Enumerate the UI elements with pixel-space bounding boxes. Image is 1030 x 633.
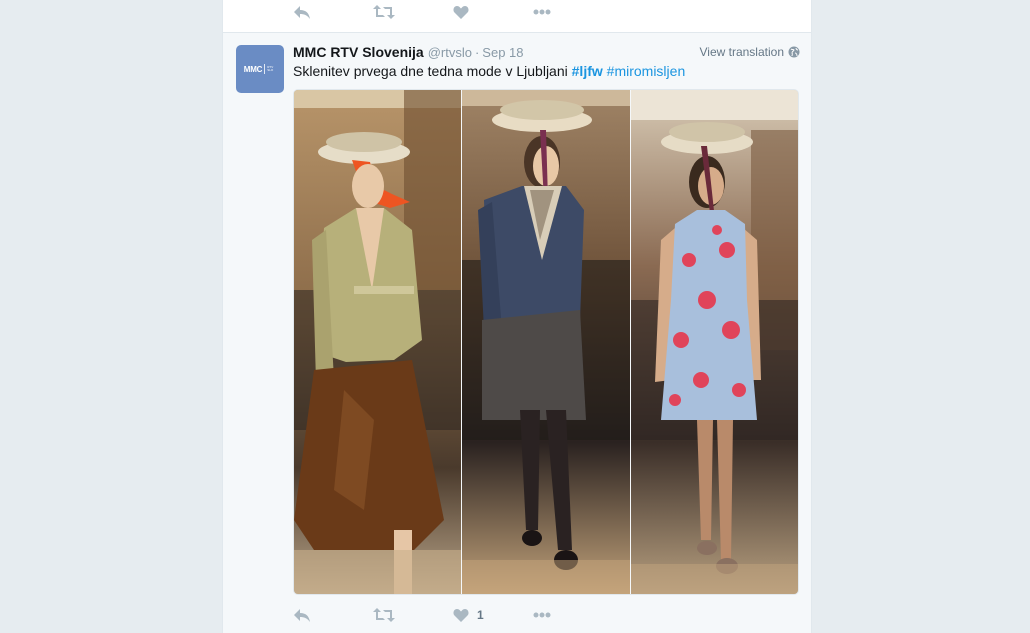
more-button[interactable] (533, 603, 573, 627)
avatar[interactable]: MMC RTV SLO (236, 45, 284, 93)
heart-icon (453, 5, 469, 19)
photo-model-olive-jacket[interactable] (294, 90, 462, 594)
retweet-button[interactable] (373, 603, 453, 627)
retweet-button[interactable] (373, 0, 453, 24)
retweet-icon (373, 608, 395, 622)
reply-button[interactable] (293, 603, 373, 627)
media-grid[interactable] (293, 89, 799, 595)
more-icon (533, 612, 551, 618)
header-separator: · (474, 45, 480, 60)
hashtag-miromisljen[interactable]: #miromisljen (607, 63, 686, 79)
hashtag-ljfw[interactable]: #ljfw (572, 63, 603, 79)
photo-model-denim-jacket[interactable] (462, 90, 630, 594)
globe-icon (788, 46, 800, 58)
tweet-header: MMC RTV Slovenija @rtvslo · Sep 18 (293, 44, 524, 62)
avatar-text: MMC (243, 64, 263, 74)
tweet-body: Sklenitev prvega dne tedna mode v Ljublj… (293, 63, 568, 79)
photo-model-floral-dress[interactable] (630, 90, 798, 594)
avatar-logo: MMC RTV SLO (244, 64, 277, 74)
heart-icon (453, 608, 469, 622)
like-button[interactable] (453, 0, 533, 24)
like-button[interactable]: 1 (453, 603, 533, 627)
view-translation-link[interactable]: View translation (700, 45, 801, 59)
reply-icon (294, 6, 310, 19)
avatar-divider (264, 64, 266, 74)
tweet[interactable]: MMC RTV SLO MMC RTV Slovenija @rtvslo · … (223, 33, 811, 633)
tweet-actions: 1 (293, 603, 573, 627)
previous-tweet-actions (293, 0, 573, 24)
author-fullname[interactable]: MMC RTV Slovenija (293, 44, 424, 60)
reply-icon (294, 609, 310, 622)
like-count: 1 (477, 608, 484, 622)
retweet-icon (373, 5, 395, 19)
view-translation-label: View translation (699, 45, 785, 59)
more-icon (533, 9, 551, 15)
more-button[interactable] (533, 0, 573, 24)
author-username[interactable]: @rtvslo (428, 45, 472, 60)
reply-button[interactable] (293, 0, 373, 24)
tweet-timestamp[interactable]: Sep 18 (482, 45, 523, 60)
previous-tweet (223, 0, 811, 33)
avatar-subtext: RTV SLO (267, 64, 274, 72)
tweet-text: Sklenitev prvega dne tedna mode v Ljublj… (293, 62, 685, 80)
timeline: MMC RTV SLO MMC RTV Slovenija @rtvslo · … (222, 0, 812, 633)
